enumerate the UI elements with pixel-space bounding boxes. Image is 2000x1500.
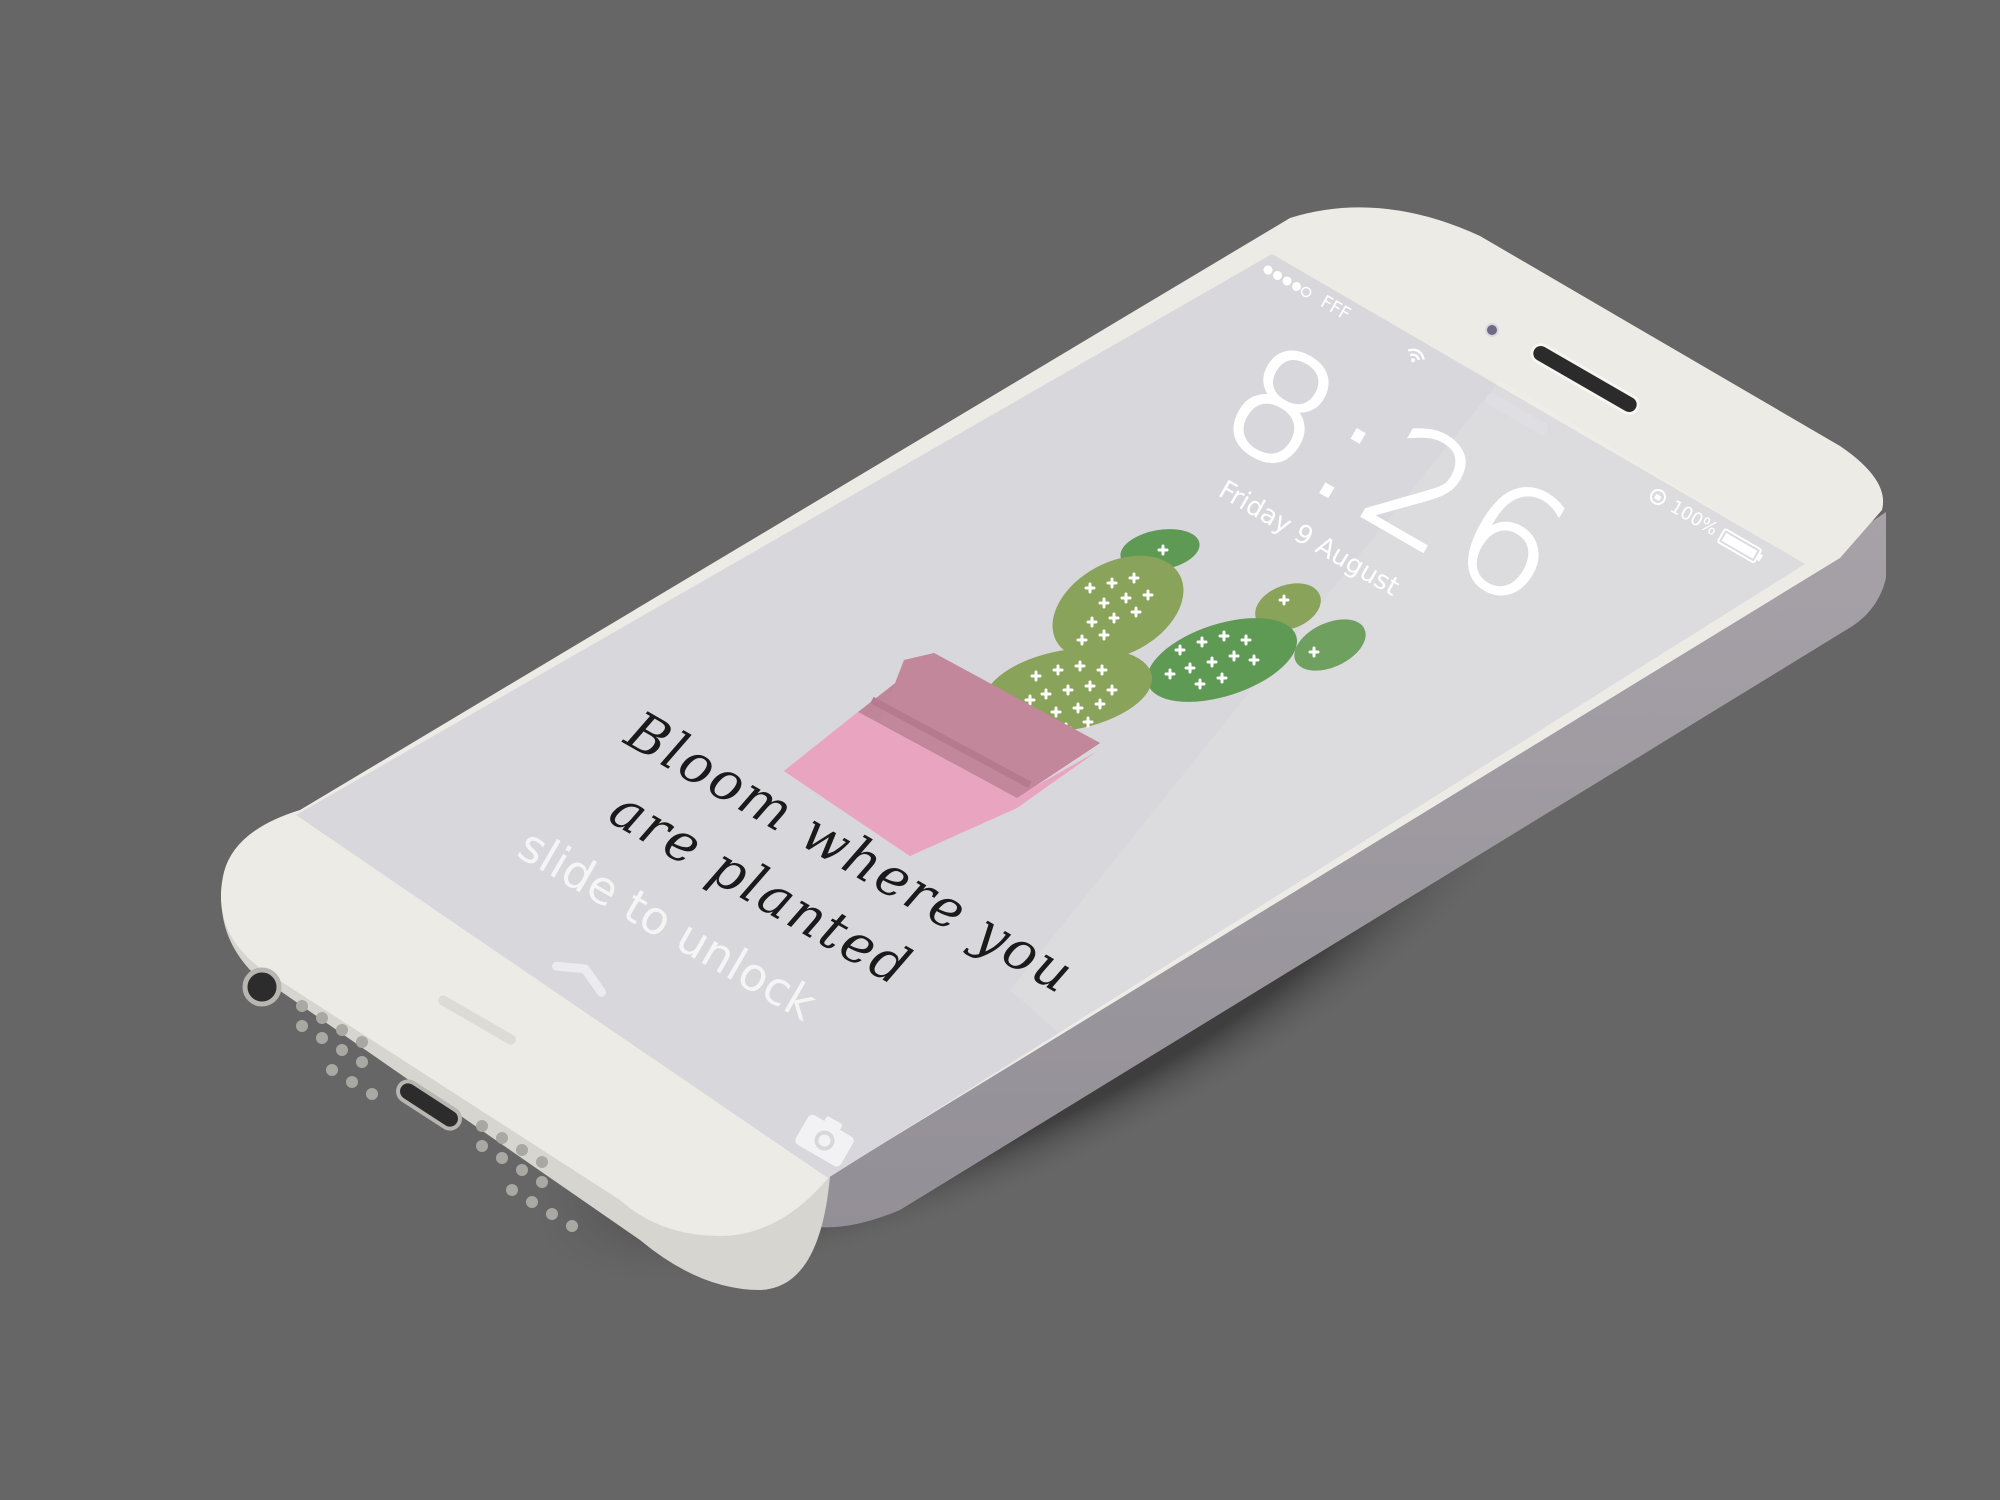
front-camera-icon — [1485, 323, 1499, 337]
headphone-jack — [242, 967, 282, 1007]
scene: FFF 100% 8:26 Friday 9 August Bloom wher… — [220, 207, 1886, 1290]
